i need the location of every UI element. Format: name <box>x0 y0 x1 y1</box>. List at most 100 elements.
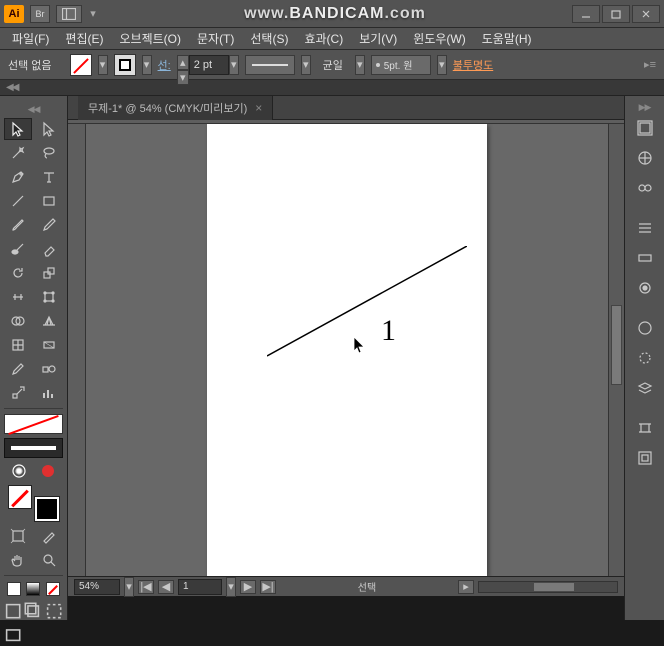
opacity-panel-link[interactable]: 불투명도 <box>453 57 493 73</box>
color-panel-icon[interactable] <box>629 114 661 142</box>
screen-mode-button[interactable] <box>4 626 22 644</box>
free-transform-tool[interactable] <box>35 286 63 308</box>
menu-effect[interactable]: 효과(C) <box>296 30 351 47</box>
menu-window[interactable]: 윈도우(W) <box>405 30 473 47</box>
nav-prev-button[interactable]: ◀ <box>158 580 174 594</box>
color-wheel-icon[interactable] <box>11 463 27 479</box>
control-bar-flyout-icon[interactable]: ▸≡ <box>644 58 656 71</box>
stroke-style-dropdown[interactable] <box>245 55 295 75</box>
color-guide-panel-icon[interactable] <box>629 144 661 172</box>
transparency-panel-icon[interactable] <box>629 274 661 302</box>
vertical-ruler[interactable] <box>68 124 86 576</box>
stroke-dropdown-icon[interactable]: ▾ <box>142 55 152 75</box>
draw-inside-mode-icon[interactable] <box>45 602 63 620</box>
perspective-grid-tool[interactable] <box>35 310 63 332</box>
menu-edit[interactable]: 편집(E) <box>57 30 111 47</box>
gradient-panel-icon[interactable] <box>629 244 661 272</box>
brush-definition-dropdown[interactable]: 5pt. 원 <box>371 55 431 75</box>
swatches-panel-icon[interactable] <box>629 174 661 202</box>
zoom-level-input[interactable] <box>74 579 120 595</box>
workspace-dropdown-icon[interactable]: ▾ <box>88 5 98 23</box>
stroke-swatch-icon[interactable] <box>114 54 136 76</box>
vertical-scroll-thumb[interactable] <box>611 305 622 385</box>
status-flyout-icon[interactable]: ▸ <box>458 580 474 594</box>
red-dot-icon[interactable] <box>40 463 56 479</box>
close-window-button[interactable] <box>632 5 660 23</box>
fill-dropdown-icon[interactable]: ▾ <box>98 55 108 75</box>
stroke-weight-dropdown-icon[interactable]: ▾ <box>229 55 239 75</box>
color-mode-none-icon[interactable] <box>46 582 60 596</box>
appearance-panel-icon[interactable] <box>629 314 661 342</box>
menu-select[interactable]: 선택(S) <box>242 30 296 47</box>
horizontal-scroll-thumb[interactable] <box>534 583 574 591</box>
fill-stroke-toggle[interactable] <box>4 485 63 521</box>
canvas-viewport[interactable]: 1 <box>86 124 608 576</box>
document-tab[interactable]: 무제-1* @ 54% (CMYK/미리보기) × <box>78 96 273 120</box>
tools-panel-grip-icon[interactable]: ◀◀ <box>4 104 63 114</box>
draw-normal-mode-icon[interactable] <box>4 602 22 620</box>
menu-type[interactable]: 문자(T) <box>189 30 242 47</box>
type-tool[interactable] <box>35 166 63 188</box>
pen-tool[interactable] <box>4 166 32 188</box>
lasso-tool[interactable] <box>35 142 63 164</box>
artboard-dropdown-icon[interactable]: ▾ <box>226 577 236 597</box>
vertical-scrollbar[interactable] <box>608 124 624 576</box>
graphic-styles-panel-icon[interactable] <box>629 344 661 372</box>
mesh-tool[interactable] <box>4 334 32 356</box>
scale-tool[interactable] <box>35 262 63 284</box>
brushes-panel-icon[interactable] <box>629 444 661 472</box>
maximize-button[interactable] <box>602 5 630 23</box>
zoom-tool[interactable] <box>35 549 63 571</box>
pencil-tool[interactable] <box>35 214 63 236</box>
nav-first-button[interactable]: |◀ <box>138 580 154 594</box>
eraser-tool[interactable] <box>35 238 63 260</box>
stroke-weight-spinner[interactable]: ▴ ▾ <box>177 55 189 75</box>
slice-tool[interactable] <box>35 525 63 547</box>
draw-behind-mode-icon[interactable] <box>24 602 42 620</box>
brush-dropdown-icon[interactable]: ▾ <box>437 55 447 75</box>
rotate-tool[interactable] <box>4 262 32 284</box>
nav-last-button[interactable]: ▶| <box>260 580 276 594</box>
symbol-sprayer-tool[interactable] <box>4 382 32 404</box>
menu-view[interactable]: 보기(V) <box>351 30 405 47</box>
menu-help[interactable]: 도움말(H) <box>474 30 540 47</box>
dock-collapse-icon[interactable]: ◀◀ <box>6 82 17 93</box>
stroke-panel-icon[interactable] <box>629 214 661 242</box>
nav-next-button[interactable]: ▶ <box>240 580 256 594</box>
stroke-panel-link[interactable]: 선: <box>158 57 171 73</box>
stroke-style-dropdown-icon[interactable]: ▾ <box>301 55 311 75</box>
eyedropper-tool[interactable] <box>4 358 32 380</box>
right-dock-expand-icon[interactable]: ▶▶ <box>625 102 664 112</box>
fill-swatch-icon[interactable] <box>70 54 92 76</box>
layers-panel-icon[interactable] <box>629 374 661 402</box>
selection-tool[interactable] <box>4 118 32 140</box>
color-mode-fill-icon[interactable] <box>7 582 21 596</box>
magic-wand-tool[interactable] <box>4 142 32 164</box>
artboard-tool[interactable] <box>4 525 32 547</box>
rectangle-tool[interactable] <box>35 190 63 212</box>
artboard-number-input[interactable] <box>178 579 222 595</box>
width-tool[interactable] <box>4 286 32 308</box>
line-segment-tool[interactable] <box>4 190 32 212</box>
close-tab-icon[interactable]: × <box>255 101 262 115</box>
color-mode-gradient-icon[interactable] <box>26 582 40 596</box>
blob-brush-tool[interactable] <box>4 238 32 260</box>
direct-selection-tool[interactable] <box>35 118 63 140</box>
stroke-weight-input[interactable] <box>189 55 229 75</box>
stroke-line-swatch-large[interactable] <box>4 438 63 458</box>
zoom-dropdown-icon[interactable]: ▾ <box>124 577 134 597</box>
fill-none-swatch-large[interactable] <box>4 414 63 434</box>
bridge-badge-icon[interactable]: Br <box>30 5 50 23</box>
symbols-panel-icon[interactable] <box>629 414 661 442</box>
profile-dropdown-icon[interactable]: ▾ <box>355 55 365 75</box>
workspace-layout-button[interactable] <box>56 5 82 23</box>
hand-tool[interactable] <box>4 549 32 571</box>
horizontal-scrollbar[interactable] <box>478 581 618 593</box>
paintbrush-tool[interactable] <box>4 214 32 236</box>
column-graph-tool[interactable] <box>35 382 63 404</box>
minimize-button[interactable] <box>572 5 600 23</box>
menu-object[interactable]: 오브젝트(O) <box>111 30 189 47</box>
gradient-tool[interactable] <box>35 334 63 356</box>
blend-tool[interactable] <box>35 358 63 380</box>
shape-builder-tool[interactable] <box>4 310 32 332</box>
